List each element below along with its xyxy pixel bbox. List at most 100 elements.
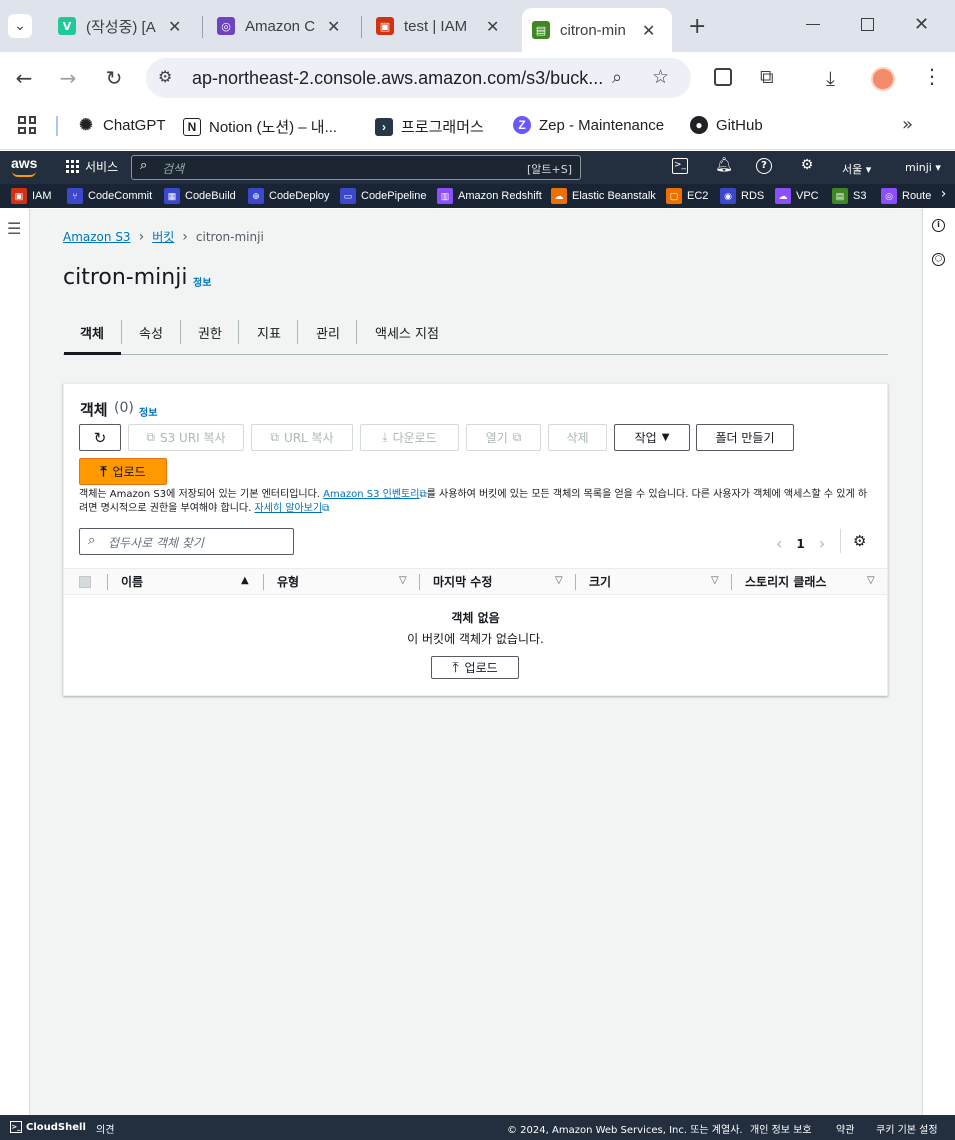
favorite-codepipeline[interactable]: ▭ CodePipeline xyxy=(340,188,426,204)
delete-button[interactable]: 삭제 xyxy=(548,424,607,451)
select-all-checkbox[interactable] xyxy=(79,576,91,588)
favorite-s3[interactable]: ▤ S3 xyxy=(832,188,866,204)
cloudshell-button[interactable]: >_ CloudShell xyxy=(10,1121,86,1133)
copy-url-button[interactable]: ⧉ URL 복사 xyxy=(251,424,353,451)
bookmark-programmers[interactable]: › 프로그래머스 xyxy=(375,116,484,137)
privacy-link[interactable]: 개인 정보 보호 xyxy=(750,1121,812,1136)
current-page[interactable]: 1 xyxy=(796,537,804,551)
new-tab-plus-icon[interactable]: + xyxy=(688,14,706,39)
tab-properties[interactable]: 속성 xyxy=(139,323,163,342)
close-icon[interactable]: ✕ xyxy=(486,17,499,36)
notifications-bell-icon[interactable]: 🔔︎ xyxy=(714,157,734,173)
bookmark-notion[interactable]: N Notion (노션) – 내... xyxy=(183,116,337,137)
favorite-route53[interactable]: ◎ Route xyxy=(881,188,931,204)
aws-logo[interactable]: aws xyxy=(11,155,37,177)
sort-caret-icon[interactable]: ▽ xyxy=(867,575,875,586)
cloudshell-icon[interactable]: >_ xyxy=(672,158,688,174)
close-icon[interactable]: ✕ xyxy=(642,21,655,40)
site-info-icon[interactable]: ⚙ xyxy=(158,67,172,86)
actions-dropdown[interactable]: 작업 ▼ xyxy=(614,424,690,451)
next-page-icon[interactable]: › xyxy=(819,534,825,553)
download-icon[interactable]: ⤓ xyxy=(826,66,835,90)
close-icon[interactable]: ✕ xyxy=(168,17,181,36)
region-selector[interactable]: 서울 ▾ xyxy=(842,161,871,177)
favorite-elastic-beanstalk[interactable]: ☁ Elastic Beanstalk xyxy=(551,188,656,204)
services-menu[interactable]: 서비스 xyxy=(66,158,118,175)
learn-more-link[interactable]: 자세히 알아보기 xyxy=(254,503,322,514)
copy-s3-uri-button[interactable]: ⧉ S3 URI 복사 xyxy=(128,424,244,451)
prev-page-icon[interactable]: ‹ xyxy=(776,534,782,553)
tab-search-chevron-icon[interactable]: ⌄ xyxy=(8,14,32,38)
column-storage-class[interactable]: 스토리지 클래스 xyxy=(745,573,826,590)
forward-arrow-icon[interactable]: → xyxy=(56,66,80,90)
help-icon[interactable]: ? xyxy=(756,158,772,174)
bookmark-zep[interactable]: Z Zep - Maintenance xyxy=(513,116,664,134)
extensions-puzzle-icon[interactable]: ⧉ xyxy=(760,66,774,88)
breadcrumb-buckets[interactable]: 버킷 xyxy=(152,228,174,245)
browser-tab-2[interactable]: ◎ Amazon C ✕ xyxy=(207,8,357,44)
favorite-vpc[interactable]: ☁ VPC xyxy=(775,188,819,204)
maximize-icon[interactable] xyxy=(861,18,874,31)
bookmark-github[interactable]: ● GitHub xyxy=(690,116,763,134)
reading-list-icon[interactable] xyxy=(714,68,732,86)
back-arrow-icon[interactable]: ← xyxy=(12,66,36,90)
hamburger-menu-icon[interactable]: ☰ xyxy=(7,219,21,238)
bookmark-star-icon[interactable]: ☆ xyxy=(652,66,669,88)
page-info-link[interactable]: 정보 xyxy=(193,274,211,289)
column-size[interactable]: 크기 xyxy=(589,573,611,590)
favorite-rds[interactable]: ◉ RDS xyxy=(720,188,764,204)
reload-icon[interactable]: ↻ xyxy=(102,66,126,90)
more-bookmarks-chevron-icon[interactable]: » xyxy=(902,114,913,135)
menu-kebab-icon[interactable]: ⋮ xyxy=(922,64,942,88)
tab-metrics[interactable]: 지표 xyxy=(257,323,281,342)
bookmark-chatgpt[interactable]: ✺ ChatGPT xyxy=(77,116,165,135)
open-button[interactable]: 열기 ⧉ xyxy=(466,424,541,451)
tab-access-points[interactable]: 액세스 지점 xyxy=(375,323,439,342)
sort-ascending-icon[interactable]: ▲ xyxy=(241,575,249,586)
breadcrumb-amazon-s3[interactable]: Amazon S3 xyxy=(63,230,131,244)
sort-caret-icon[interactable]: ▽ xyxy=(555,575,563,586)
upload-button[interactable]: ⤒ 업로드 xyxy=(79,458,167,485)
refresh-button[interactable]: ↻ xyxy=(79,424,121,451)
s3-inventory-link[interactable]: Amazon S3 인벤토리 xyxy=(323,489,419,500)
close-icon[interactable]: ✕ xyxy=(327,17,340,36)
browser-tab-active[interactable]: ▤ citron-min ✕ xyxy=(522,8,672,52)
browser-tab-1[interactable]: V (작성중) [A ✕ xyxy=(48,8,198,44)
download-button[interactable]: ⤓ 다운로드 xyxy=(360,424,459,451)
apps-grid-icon[interactable] xyxy=(18,116,36,134)
sort-caret-icon[interactable]: ▽ xyxy=(399,575,407,586)
favorites-scroll-right-icon[interactable]: › xyxy=(932,186,955,206)
account-menu[interactable]: minji ▾ xyxy=(905,161,941,174)
url-text[interactable]: ap-northeast-2.console.aws.amazon.com/s3… xyxy=(192,68,603,89)
close-window-icon[interactable]: ✕ xyxy=(914,14,929,35)
column-type[interactable]: 유형 xyxy=(277,573,299,590)
favorite-codebuild[interactable]: ▦ CodeBuild xyxy=(164,188,236,204)
table-preferences-gear-icon[interactable] xyxy=(840,529,841,553)
favorite-codecommit[interactable]: ⑂ CodeCommit xyxy=(67,188,152,204)
objects-info-link[interactable]: 정보 xyxy=(139,404,157,419)
settings-gear-icon[interactable]: ⚙ xyxy=(797,157,817,173)
feedback-panel-icon[interactable]: ⬡ xyxy=(932,253,945,266)
favorite-codedeploy[interactable]: ⊕ CodeDeploy xyxy=(248,188,330,204)
browser-tab-3[interactable]: ▣ test | IAM ✕ xyxy=(366,8,516,44)
aws-search-input[interactable] xyxy=(131,155,581,180)
sort-caret-icon[interactable]: ▽ xyxy=(711,575,719,586)
column-last-modified[interactable]: 마지막 수정 xyxy=(433,573,492,590)
info-panel-icon[interactable]: i xyxy=(932,219,945,232)
profile-avatar[interactable] xyxy=(871,67,895,91)
tab-management[interactable]: 관리 xyxy=(316,323,340,342)
favorite-ec2[interactable]: ▢ EC2 xyxy=(666,188,708,204)
zoom-icon[interactable]: ⌕ xyxy=(612,67,622,88)
feedback-link[interactable]: 의견 xyxy=(96,1121,114,1136)
tab-objects[interactable]: 객체 xyxy=(80,323,104,342)
tab-permissions[interactable]: 권한 xyxy=(198,323,222,342)
terms-link[interactable]: 약관 xyxy=(836,1121,854,1136)
preferences-gear-icon[interactable]: ⚙ xyxy=(853,532,866,550)
column-name[interactable]: 이름 xyxy=(121,573,143,590)
favorite-iam[interactable]: ▣ IAM xyxy=(11,188,52,204)
minimize-icon[interactable] xyxy=(806,24,820,25)
cookie-preferences-link[interactable]: 쿠키 기본 설정 xyxy=(876,1121,938,1136)
empty-state-upload-button[interactable]: ⤒ 업로드 xyxy=(431,656,519,679)
create-folder-button[interactable]: 폴더 만들기 xyxy=(696,424,794,451)
favorite-redshift[interactable]: ▥ Amazon Redshift xyxy=(437,188,542,204)
